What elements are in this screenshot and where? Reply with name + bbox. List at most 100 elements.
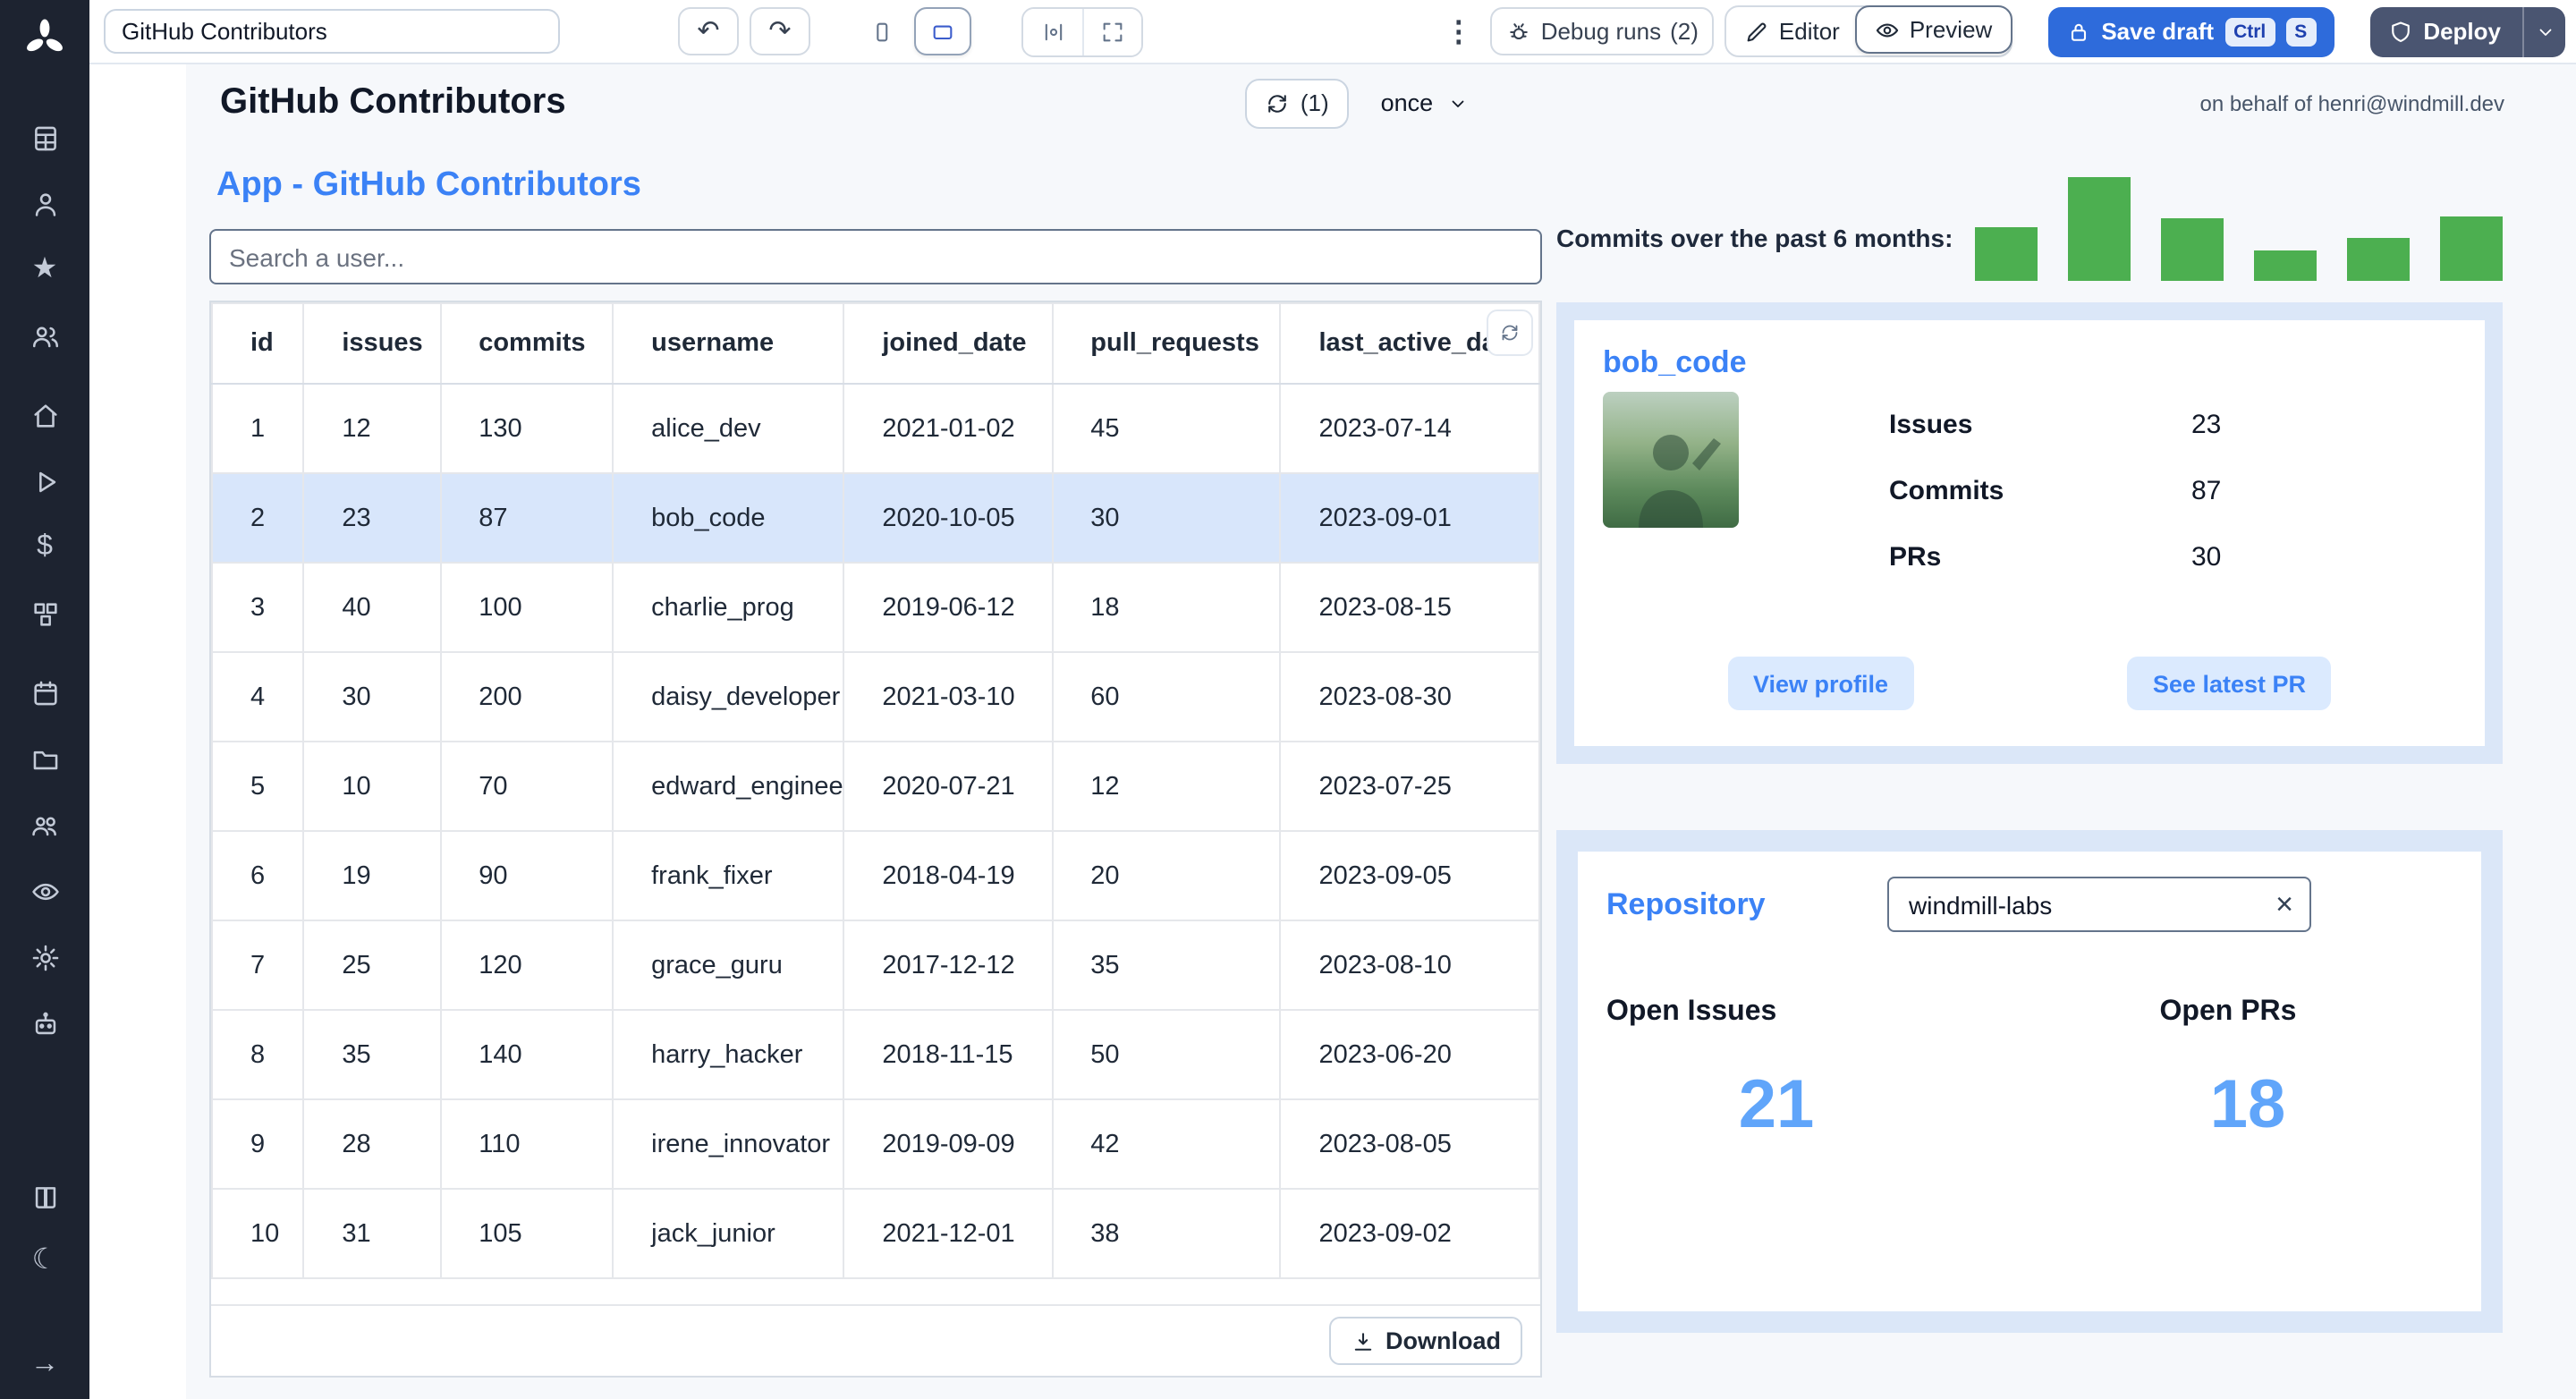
table-cell: 38 (1051, 1188, 1282, 1279)
sidebar-item-workers[interactable] (21, 1004, 68, 1043)
sidebar-item-groups[interactable] (21, 805, 68, 844)
sidebar-item-apps[interactable] (21, 118, 68, 157)
sidebar-item-dark-mode[interactable]: ☾ (21, 1242, 68, 1281)
sidebar-group-nav: $ (21, 395, 68, 633)
editor-tab-button[interactable]: Editor (1726, 7, 1858, 55)
desktop-view-button[interactable] (914, 7, 971, 55)
commit-bar (2161, 218, 2224, 281)
sidebar-item-home[interactable] (21, 395, 68, 435)
undo-icon: ↶ (697, 16, 720, 47)
mobile-view-button[interactable] (853, 7, 911, 55)
open-prs-value: 18 (2209, 1068, 2286, 1143)
undo-button[interactable]: ↶ (678, 7, 739, 55)
table-footer: Download (211, 1304, 1540, 1376)
table-cell: 2023-09-02 (1279, 1188, 1540, 1279)
sidebar-item-favorites[interactable]: ★ (21, 250, 68, 290)
justify-icon (1040, 19, 1065, 44)
repository-card: Repository × Open Issues 21 (1578, 852, 2481, 1311)
column-header[interactable]: joined_date (843, 302, 1054, 385)
table-cell: 18 (1051, 562, 1282, 653)
folder-icon (30, 743, 60, 774)
stat-value: 87 (2191, 476, 2222, 506)
contributors-panel: App - GitHub Contributors idissuescommit… (209, 166, 1542, 1399)
contributor-avatar (1603, 392, 1739, 528)
table-cell: 4 (210, 651, 305, 742)
open-issues-block: Open Issues 21 (1606, 996, 2029, 1145)
column-header[interactable]: commits (439, 302, 614, 385)
download-icon (1350, 1328, 1375, 1353)
sidebar-group-top: ★ (21, 118, 68, 356)
column-header[interactable]: pull_requests (1051, 302, 1282, 385)
sidebar-item-users[interactable] (21, 317, 68, 356)
table-row[interactable]: 10 31 105 jack_junior 2021-12-01 38 2023-09-02 (210, 1188, 1540, 1279)
table-cell: 120 (439, 920, 614, 1011)
table-cell: 30 (1051, 472, 1282, 564)
more-options-button[interactable]: ⋮ (1437, 13, 1480, 49)
column-header[interactable]: id (210, 302, 305, 385)
justify-center-button[interactable] (1023, 8, 1082, 55)
table-row[interactable]: 6 19 90 frank_fixer 2018-04-19 20 2023-09-05 (210, 830, 1540, 921)
commits-chart-section: Commits over the past 6 months: (1556, 177, 2503, 281)
sidebar-item-folders[interactable] (21, 739, 68, 778)
table-cell: 2018-11-15 (843, 1009, 1054, 1100)
table-cell: 60 (1051, 651, 1282, 742)
table-spacer (211, 1279, 1540, 1304)
table-row[interactable]: 2 23 87 bob_code 2020-10-05 30 2023-09-01 (210, 472, 1540, 564)
app-title-input[interactable] (104, 9, 560, 54)
sidebar-expand-button[interactable]: → (21, 1345, 68, 1385)
undo-redo-group: ↶ ↷ (678, 7, 810, 55)
column-header[interactable]: username (612, 302, 845, 385)
fullscreen-button[interactable] (1082, 8, 1141, 55)
redo-button[interactable]: ↷ (750, 7, 810, 55)
table-head-row: id issues commits username joined_date pull_r… (210, 302, 1540, 385)
gear-icon (30, 942, 60, 972)
schedule-dropdown[interactable]: once (1370, 88, 1480, 118)
search-input[interactable] (209, 229, 1542, 284)
table-cell: 2023-08-10 (1279, 920, 1540, 1011)
repository-input[interactable] (1905, 888, 2276, 920)
table-cell: daisy_developer (612, 651, 845, 742)
sidebar-item-schedules[interactable] (21, 673, 68, 712)
shield-icon (2387, 19, 2412, 44)
see-latest-pr-button[interactable]: See latest PR (2127, 657, 2331, 710)
table-row[interactable]: 5 10 70 edward_engineer 2020-07-21 12 2023-07-… (210, 741, 1540, 832)
sidebar-item-user[interactable] (21, 184, 68, 224)
windmill-logo-icon[interactable] (21, 16, 68, 72)
table-row[interactable]: 9 28 110 irene_innovator 2019-09-09 42 2023-08… (210, 1098, 1540, 1190)
deploy-dropdown-button[interactable] (2522, 6, 2565, 56)
save-draft-button[interactable]: Save draft Ctrl S (2047, 6, 2334, 56)
play-icon (30, 466, 60, 496)
sidebar-item-runs[interactable] (21, 462, 68, 501)
stat-row: Commits 87 (1889, 476, 2456, 506)
table-refresh-button[interactable] (1487, 309, 1533, 356)
repository-card-panel: Repository × Open Issues 21 (1556, 830, 2503, 1333)
contributor-card: bob_code Issues 23 Commits 87 PRs 30 Vie… (1574, 320, 2485, 746)
table-row[interactable]: 7 25 120 grace_guru 2017-12-12 35 2023-08-10 (210, 920, 1540, 1011)
table-cell: 42 (1051, 1098, 1282, 1190)
download-button[interactable]: Download (1328, 1317, 1522, 1365)
clear-repository-button[interactable]: × (2275, 889, 2293, 920)
sidebar-item-audit[interactable] (21, 871, 68, 911)
table-cell: 70 (439, 741, 614, 832)
preview-tab-button[interactable]: Preview (1855, 5, 2012, 54)
sidebar-item-resources[interactable] (21, 594, 68, 633)
sidebar-item-settings[interactable] (21, 937, 68, 977)
user-group-icon (30, 810, 60, 840)
boxes-icon (30, 598, 60, 629)
column-header[interactable]: issues (302, 302, 442, 385)
table-row[interactable]: 3 40 100 charlie_prog 2019-06-12 18 2023-08-15 (210, 562, 1540, 653)
debug-runs-button[interactable]: Debug runs (2) (1490, 7, 1715, 55)
preview-eye-icon (1876, 17, 1901, 42)
table-cell: 2023-08-15 (1279, 562, 1540, 653)
table-row[interactable]: 1 12 130 alice_dev 2021-01-02 45 2023-07-14 (210, 383, 1540, 474)
deploy-button[interactable]: Deploy (2369, 6, 2565, 56)
table-cell: 35 (302, 1009, 442, 1100)
view-profile-button[interactable]: View profile (1728, 657, 1914, 710)
table-row[interactable]: 8 35 140 harry_hacker 2018-11-15 50 2023-06-20 (210, 1009, 1540, 1100)
table-cell: 2023-07-14 (1279, 383, 1540, 474)
table-row[interactable]: 4 30 200 daisy_developer 2021-03-10 60 2023-08… (210, 651, 1540, 742)
app-refresh-button[interactable]: (1) (1244, 78, 1349, 128)
table-cell: 1 (210, 383, 305, 474)
sidebar-item-docs[interactable] (21, 1177, 68, 1217)
sidebar-item-variables[interactable]: $ (21, 528, 68, 567)
